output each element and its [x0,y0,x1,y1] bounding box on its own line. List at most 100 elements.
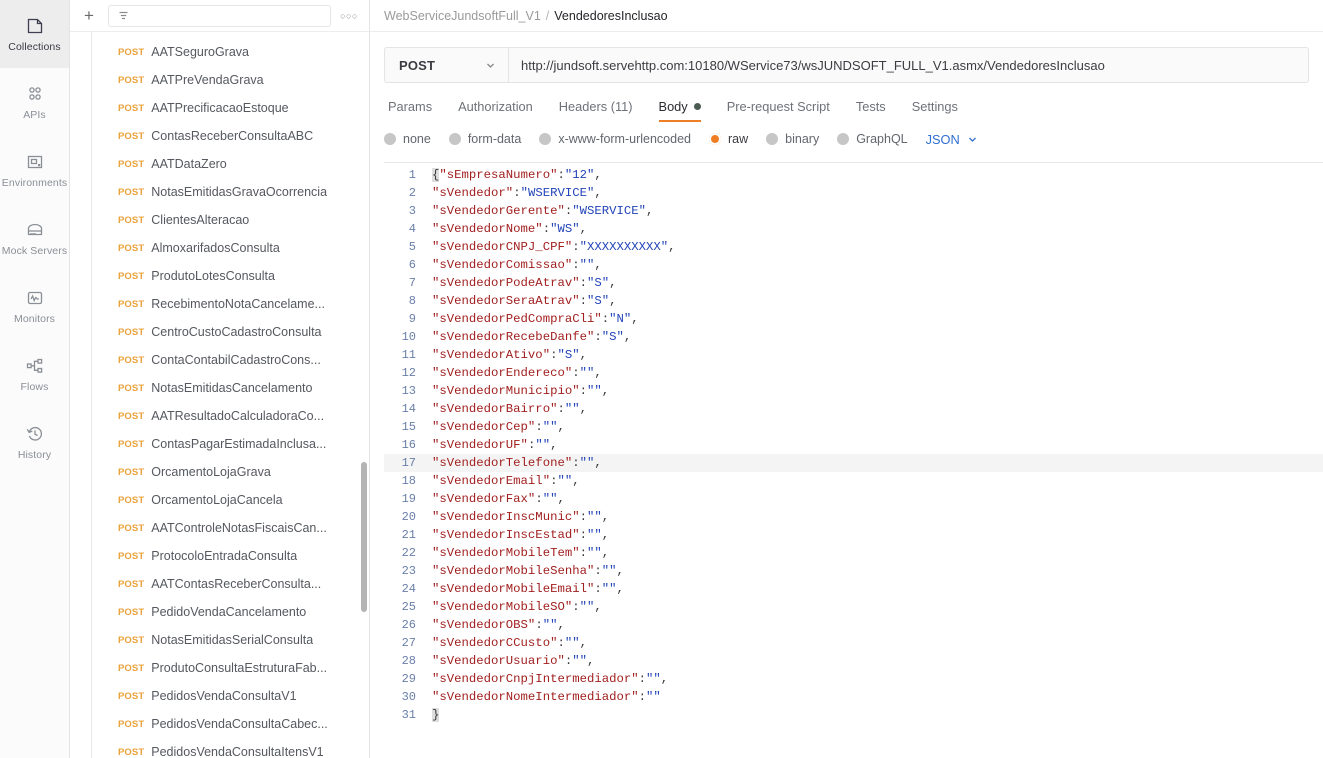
code-line[interactable]: 16 "sVendedorUF":"", [384,436,1323,454]
request-list-item[interactable]: POST ProdutoConsultaEstruturaFab... [70,654,369,682]
code-line[interactable]: 1 {"sEmpresaNumero":"12", [384,166,1323,184]
request-list-item[interactable]: POST AATResultadoCalculadoraCo... [70,402,369,430]
tab-body[interactable]: Body [646,99,714,122]
request-list-item[interactable]: POST NotasEmitidasSerialConsulta [70,626,369,654]
request-list[interactable]: POST AATSeguroGrava POST AATPreVendaGrava PO… [70,32,369,758]
body-type-binary[interactable]: binary [766,132,837,146]
code-line[interactable]: 9 "sVendedorPedCompraCli":"N", [384,310,1323,328]
tab-pre-request-script[interactable]: Pre-request Script [714,99,843,122]
code-line[interactable]: 15 "sVendedorCep":"", [384,418,1323,436]
code-line[interactable]: 8 "sVendedorSeraAtrav":"S", [384,292,1323,310]
tab-tests[interactable]: Tests [843,99,899,122]
request-list-item[interactable]: POST ClientesAlteracao [70,206,369,234]
request-list-item[interactable]: POST AATContasReceberConsulta... [70,570,369,598]
code-line[interactable]: 31} [384,706,1323,724]
code-line[interactable]: 7 "sVendedorPodeAtrav":"S", [384,274,1323,292]
request-list-item[interactable]: POST AATSeguroGrava [70,38,369,66]
request-list-item[interactable]: POST AATDataZero [70,150,369,178]
request-list-item[interactable]: POST ContasPagarEstimadaInclusa... [70,430,369,458]
code-line[interactable]: 18 "sVendedorEmail":"", [384,472,1323,490]
rail-item-environments[interactable]: Environments [0,136,69,204]
code-line[interactable]: 17 "sVendedorTelefone":"", [384,454,1323,472]
tab-settings[interactable]: Settings [899,99,971,122]
json-colon: : [572,258,580,272]
code-line[interactable]: 11 "sVendedorAtivo":"S", [384,346,1323,364]
request-list-item[interactable]: POST PedidoVendaCancelamento [70,598,369,626]
body-editor[interactable]: 1 {"sEmpresaNumero":"12", 2 "sVendedor":"WS… [384,162,1323,758]
json-colon: : [572,366,580,380]
rail-item-monitors[interactable]: Monitors [0,272,69,340]
request-list-item[interactable]: POST OrcamentoLojaGrava [70,458,369,486]
request-list-item[interactable]: POST ProtocoloEntradaConsulta [70,542,369,570]
body-type-none[interactable]: none [384,132,449,146]
rail-item-collections[interactable]: Collections [0,0,69,68]
body-type-form-data[interactable]: form-data [448,132,540,146]
code-line[interactable]: 23 "sVendedorMobileSenha":"", [384,562,1323,580]
body-type-raw[interactable]: raw [709,132,766,146]
code-line[interactable]: 2 "sVendedor":"WSERVICE", [384,184,1323,202]
body-type-graphql[interactable]: GraphQL [837,132,925,146]
filter-search-box[interactable] [108,4,331,27]
line-number: 22 [401,546,416,560]
tab-headers-11[interactable]: Headers (11) [546,99,646,122]
request-list-item[interactable]: POST PedidosVendaConsultaItensV1 [70,738,369,758]
code-line[interactable]: 6 "sVendedorComissao":"", [384,256,1323,274]
code-line[interactable]: 26 "sVendedorOBS":"", [384,616,1323,634]
body-type-x-www-form-urlencoded[interactable]: x-www-form-urlencoded [539,132,709,146]
code-line[interactable]: 10 "sVendedorRecebeDanfe":"S", [384,328,1323,346]
request-list-item[interactable]: POST RecebimentoNotaCancelame... [70,290,369,318]
request-list-item[interactable]: POST ProdutoLotesConsulta [70,262,369,290]
code-line[interactable]: 12 "sVendedorEndereco":"", [384,364,1323,382]
request-list-item[interactable]: POST ContasReceberConsultaABC [70,122,369,150]
json-key: "sVendedorUF" [432,438,528,452]
breadcrumb-collection[interactable]: WebServiceJundsoftFull_V1 [384,9,541,23]
url-row: POST [370,42,1323,88]
request-url-input[interactable] [509,48,1308,82]
code-line[interactable]: 22 "sVendedorMobileTem":"", [384,544,1323,562]
request-list-item[interactable]: POST AATPreVendaGrava [70,66,369,94]
code-line[interactable]: 19 "sVendedorFax":"", [384,490,1323,508]
body-format-select[interactable]: JSON [926,132,978,147]
code-line[interactable]: 20 "sVendedorInscMunic":"", [384,508,1323,526]
code-line[interactable]: 14 "sVendedorBairro":"", [384,400,1323,418]
tab-params[interactable]: Params [384,99,445,122]
request-list-item[interactable]: POST OrcamentoLojaCancela [70,486,369,514]
sidebar-more-actions-button[interactable]: ○○○ [339,6,359,26]
code-line[interactable]: 28 "sVendedorUsuario":"", [384,652,1323,670]
request-list-item[interactable]: POST PedidosVendaConsultaV1 [70,682,369,710]
code-line[interactable]: 4 "sVendedorNome":"WS", [384,220,1323,238]
filter-input[interactable] [136,9,322,22]
rail-item-history[interactable]: History [0,408,69,476]
request-list-item[interactable]: POST AATControleNotasFiscaisCan... [70,514,369,542]
breadcrumb-request[interactable]: VendedoresInclusao [554,9,667,23]
code-line[interactable]: 3 "sVendedorGerente":"WSERVICE", [384,202,1323,220]
request-list-item[interactable]: POST ContaContabilCadastroCons... [70,346,369,374]
request-list-item[interactable]: POST CentroCustoCadastroConsulta [70,318,369,346]
tab-authorization[interactable]: Authorization [445,99,546,122]
sidebar-scrollbar[interactable] [361,462,367,612]
request-list-item[interactable]: POST AATPrecificacaoEstoque [70,94,369,122]
code-line[interactable]: 5 "sVendedorCNPJ_CPF":"XXXXXXXXXX", [384,238,1323,256]
new-item-button[interactable]: + [78,5,100,27]
rail-item-apis[interactable]: APIs [0,68,69,136]
code-line[interactable]: 25 "sVendedorMobileSO":"", [384,598,1323,616]
line-number: 28 [401,654,416,668]
http-method-select[interactable]: POST [385,48,509,82]
request-list-item[interactable]: POST AlmoxarifadosConsulta [70,234,369,262]
request-list-item[interactable]: POST NotasEmitidasGravaOcorrencia [70,178,369,206]
code-line[interactable]: 21 "sVendedorInscEstad":"", [384,526,1323,544]
json-comma: , [660,672,669,686]
json-colon: : [638,672,647,686]
monitors-icon [25,288,45,308]
request-name: ContasPagarEstimadaInclusa... [151,437,327,451]
code-line[interactable]: 24 "sVendedorMobileEmail":"", [384,580,1323,598]
code-line[interactable]: 29 "sVendedorCnpjIntermediador":"", [384,670,1323,688]
code-line[interactable]: 13 "sVendedorMunicipio":"", [384,382,1323,400]
request-list-item[interactable]: POST PedidosVendaConsultaCabec... [70,710,369,738]
line-number: 21 [401,528,416,542]
rail-item-mock-servers[interactable]: Mock Servers [0,204,69,272]
code-line[interactable]: 30 "sVendedorNomeIntermediador":"" [384,688,1323,706]
request-list-item[interactable]: POST NotasEmitidasCancelamento [70,374,369,402]
code-line[interactable]: 27 "sVendedorCCusto":"", [384,634,1323,652]
rail-item-flows[interactable]: Flows [0,340,69,408]
